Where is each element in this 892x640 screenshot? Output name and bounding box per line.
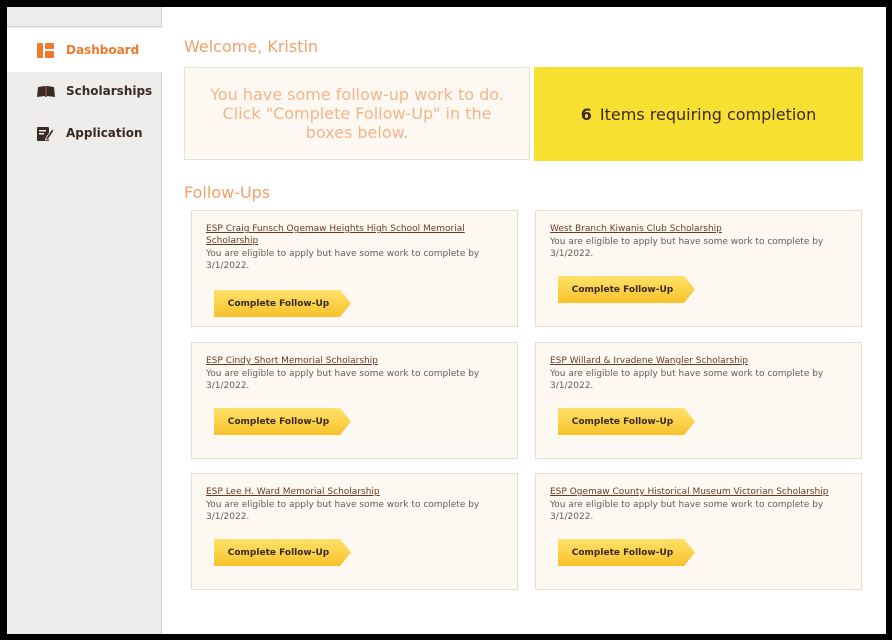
app-window: Dashboard Scholarships Application Welco… [7, 7, 886, 634]
sidebar-item-label: Dashboard [66, 43, 140, 57]
sidebar-item-label: Scholarships [66, 84, 153, 98]
sidebar-item-dashboard[interactable]: Dashboard [7, 28, 162, 72]
complete-follow-up-button[interactable]: Complete Follow-Up [558, 408, 695, 435]
follow-up-card: West Branch Kiwanis Club Scholarship You… [535, 210, 862, 327]
follow-up-card: ESP Cindy Short Memorial Scholarship You… [191, 342, 518, 459]
completion-count-label: Items requiring completion [599, 104, 817, 124]
sidebar-item-application[interactable]: Application [7, 111, 162, 155]
card-description: You are eligible to apply but have some … [550, 237, 824, 259]
card-description: You are eligible to apply but have some … [206, 500, 480, 522]
completion-count-number: 6 [580, 104, 592, 124]
follow-up-card: ESP Ogemaw County Historical Museum Vict… [535, 473, 862, 590]
open-book-icon [37, 84, 55, 99]
sidebar: Dashboard Scholarships Application [7, 7, 162, 634]
follow-ups-heading: Follow-Ups [184, 183, 271, 202]
follow-up-card: ESP Craig Funsch Ogemaw Heights High Sch… [191, 210, 518, 327]
complete-follow-up-button[interactable]: Complete Follow-Up [214, 290, 351, 317]
complete-follow-up-button[interactable]: Complete Follow-Up [558, 539, 695, 566]
scholarship-link[interactable]: ESP Craig Funsch Ogemaw Heights High Sch… [206, 223, 503, 247]
sidebar-item-scholarships[interactable]: Scholarships [7, 69, 162, 113]
completion-count-badge: 6 Items requiring completion [534, 67, 863, 161]
card-description: You are eligible to apply but have some … [206, 369, 480, 391]
card-description: You are eligible to apply but have some … [550, 500, 824, 522]
edit-document-icon [37, 126, 55, 141]
main-content: Welcome, Kristin You have some follow-up… [162, 7, 886, 634]
follow-up-card: ESP Willard & Irvadene Wangler Scholarsh… [535, 342, 862, 459]
scholarship-link[interactable]: West Branch Kiwanis Club Scholarship [550, 223, 847, 235]
complete-follow-up-button[interactable]: Complete Follow-Up [558, 276, 695, 303]
sidebar-header [7, 7, 161, 27]
dashboard-icon [37, 42, 54, 58]
card-description: You are eligible to apply but have some … [206, 249, 480, 271]
scholarship-link[interactable]: ESP Willard & Irvadene Wangler Scholarsh… [550, 355, 847, 367]
scholarship-link[interactable]: ESP Lee H. Ward Memorial Scholarship [206, 486, 503, 498]
complete-follow-up-button[interactable]: Complete Follow-Up [214, 539, 351, 566]
follow-up-card: ESP Lee H. Ward Memorial Scholarship You… [191, 473, 518, 590]
welcome-heading: Welcome, Kristin [184, 37, 319, 56]
sidebar-item-label: Application [66, 126, 143, 140]
scholarship-link[interactable]: ESP Ogemaw County Historical Museum Vict… [550, 486, 847, 498]
follow-up-message: You have some follow-up work to do. Clic… [184, 67, 530, 160]
scholarship-link[interactable]: ESP Cindy Short Memorial Scholarship [206, 355, 503, 367]
card-description: You are eligible to apply but have some … [550, 369, 824, 391]
complete-follow-up-button[interactable]: Complete Follow-Up [214, 408, 351, 435]
